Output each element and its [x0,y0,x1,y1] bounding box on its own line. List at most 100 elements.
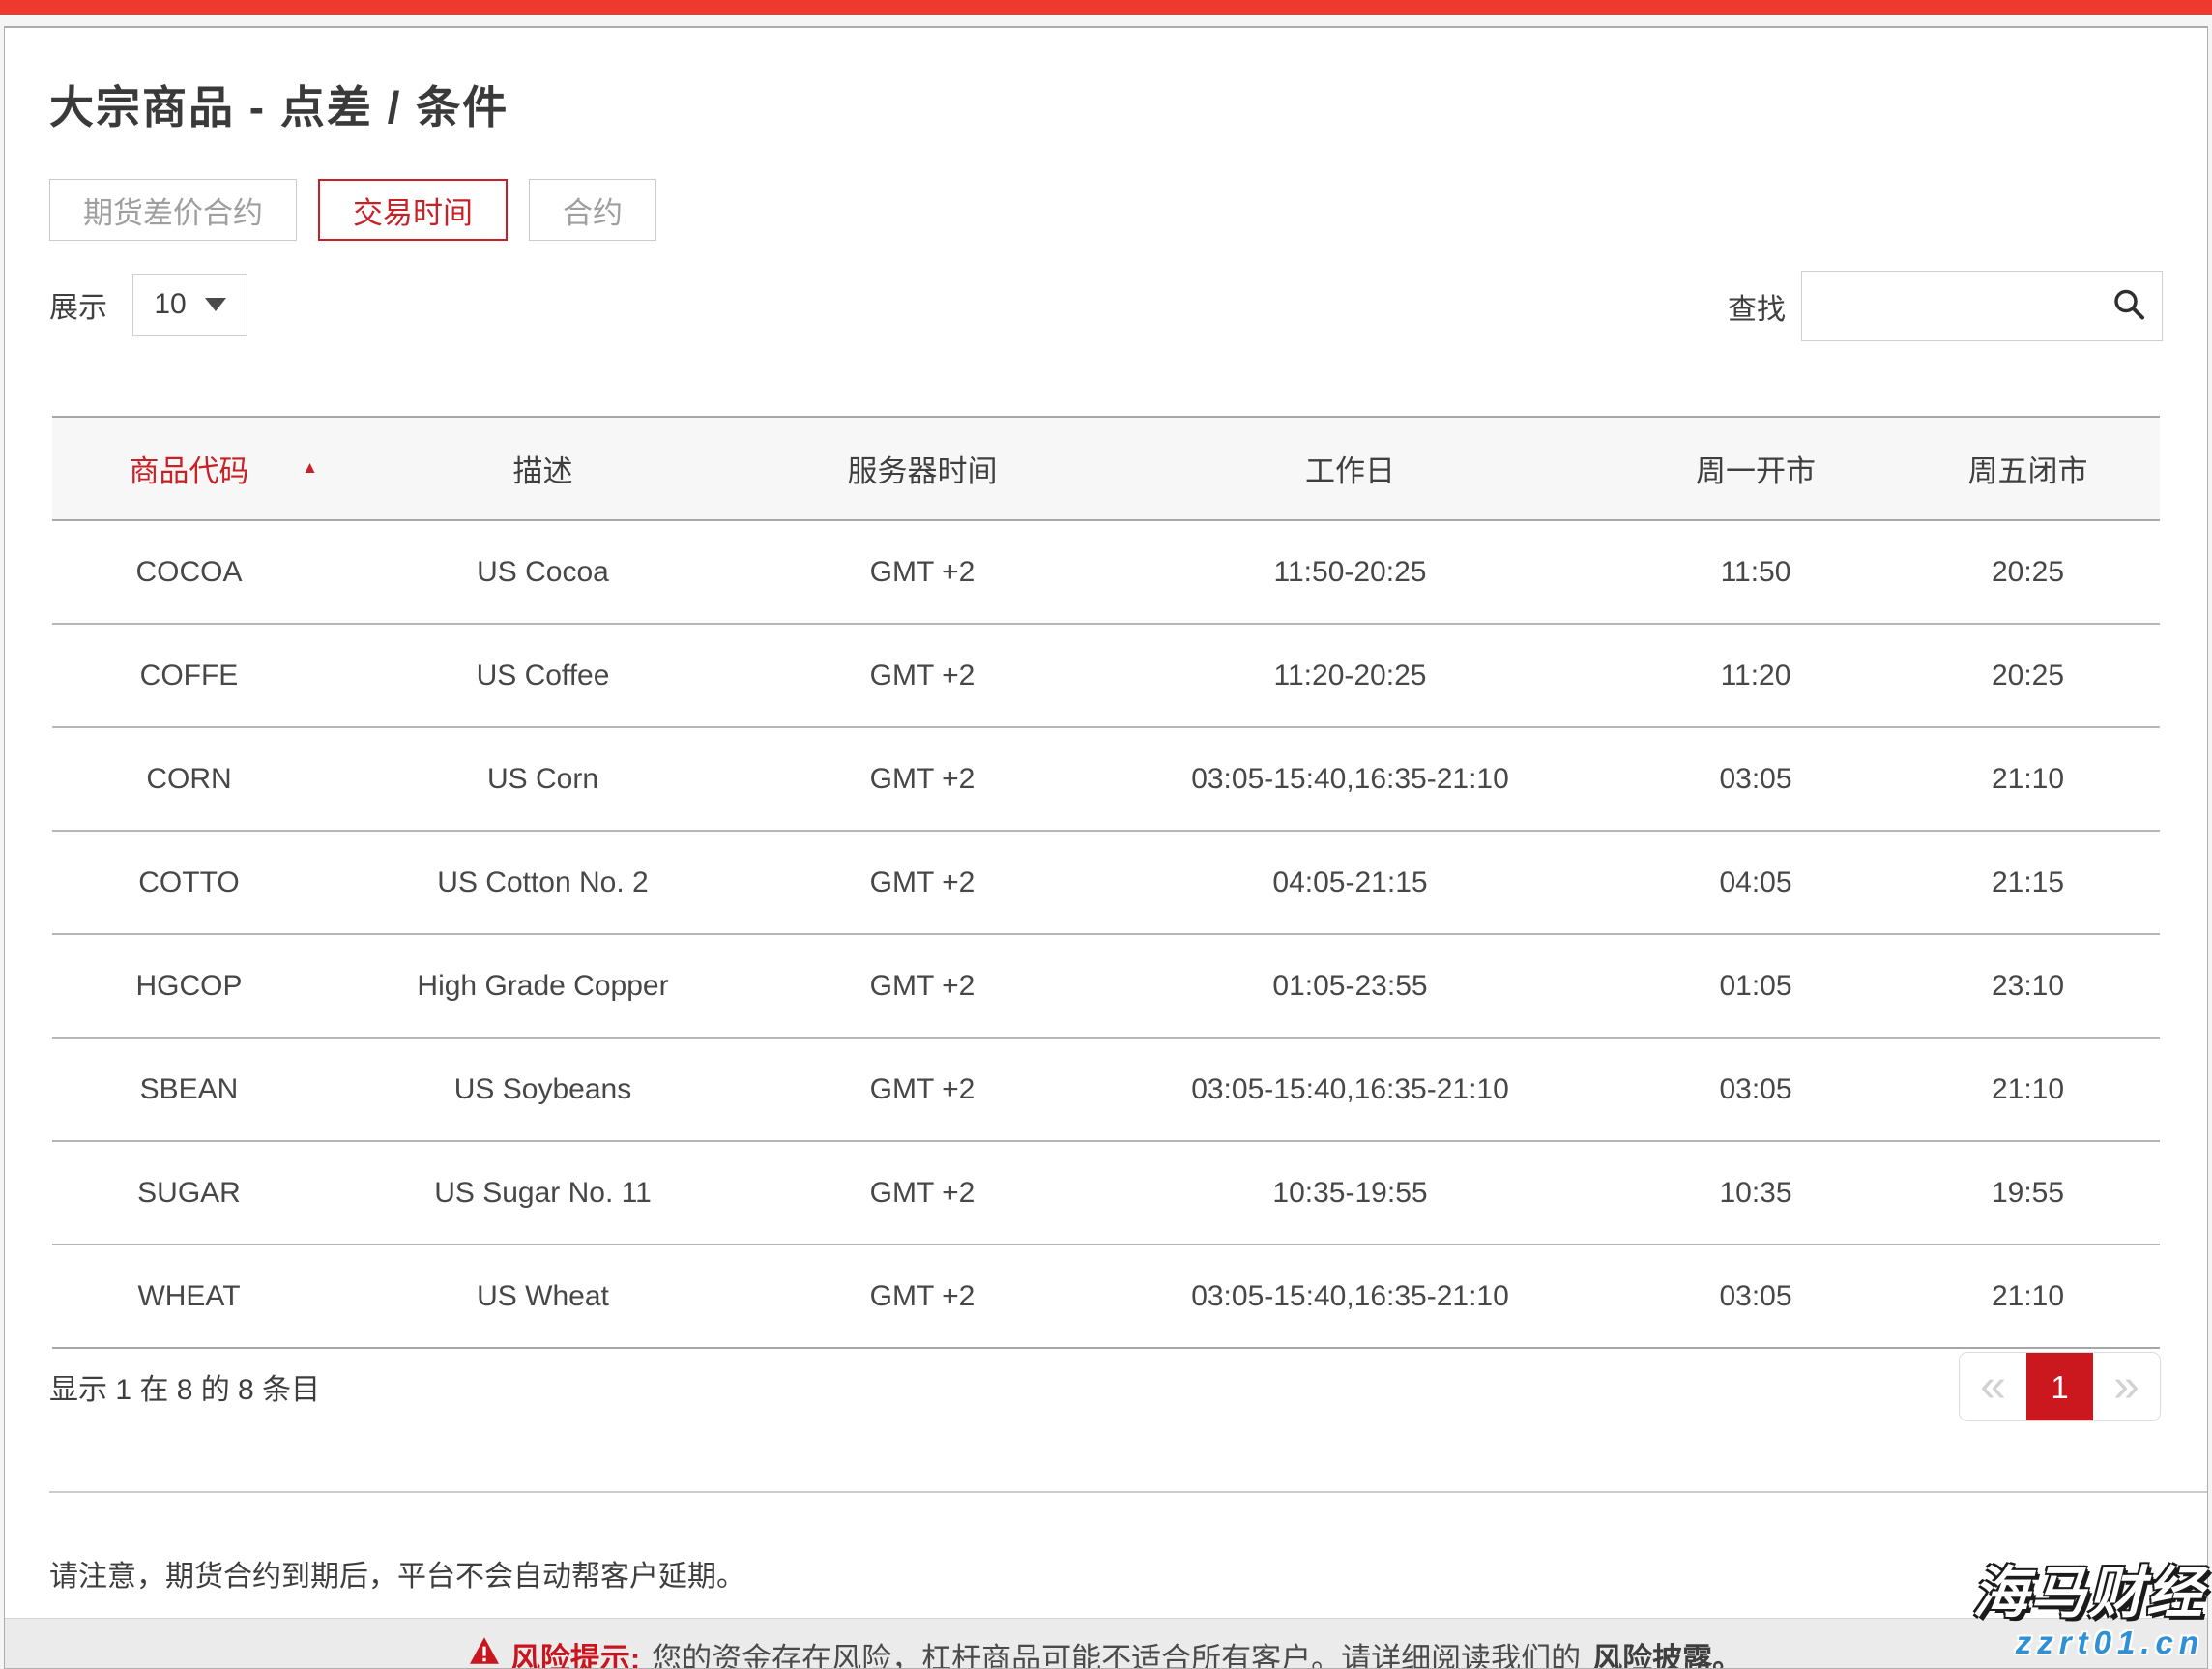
divider [49,1491,2207,1493]
search-input[interactable] [1802,272,2162,340]
table-row: HGCOPHigh Grade CopperGMT +201:05-23:550… [52,934,2160,1038]
table-body: COCOAUS CocoaGMT +211:50-20:2511:5020:25… [52,520,2160,1348]
table-cell: US Soybeans [326,1038,760,1141]
table-cell: GMT +2 [760,520,1085,624]
pagination-prev-button[interactable]: « [1960,1353,2026,1420]
table-cell: 10:35-19:55 [1085,1141,1615,1244]
table-cell: 20:25 [1896,520,2160,624]
table-cell: US Wheat [326,1244,760,1348]
watermark-domain: zzrt01.cn [1972,1626,2204,1660]
tab-bar: 期货差价合约 交易时间 合约 [49,179,656,241]
table-cell: CORN [52,727,326,831]
table-cell: 01:05 [1615,934,1896,1038]
table-cell: WHEAT [52,1244,326,1348]
table-cell: GMT +2 [760,1038,1085,1141]
table-cell: 20:25 [1896,624,2160,727]
table-cell: US Sugar No. 11 [326,1141,760,1244]
table-cell: 03:05 [1615,1038,1896,1141]
chevron-down-icon [205,298,226,311]
column-header-workday[interactable]: 工作日 [1085,417,1615,520]
table-cell: 03:05 [1615,727,1896,831]
tab-contract[interactable]: 合约 [529,179,656,241]
risk-label: 风险提示: [510,1634,640,1669]
table-cell: 03:05-15:40,16:35-21:10 [1085,1038,1615,1141]
show-label: 展示 [49,283,107,326]
trading-hours-table: 商品代码 ▲ 描述 服务器时间 工作日 周一开市 周五闭市 COCOAUS Co… [52,416,2160,1349]
table-cell: 01:05-23:55 [1085,934,1615,1038]
table-row: SUGARUS Sugar No. 11GMT +210:35-19:5510:… [52,1141,2160,1244]
table-cell: COFFE [52,624,326,727]
table-row: CORNUS CornGMT +203:05-15:40,16:35-21:10… [52,727,2160,831]
sort-asc-icon: ▲ [302,458,318,478]
table-cell: 21:10 [1896,1244,2160,1348]
table-cell: 21:10 [1896,1038,2160,1141]
pagination-page-1-button[interactable]: 1 [2026,1353,2093,1420]
column-header-monday-open[interactable]: 周一开市 [1615,417,1896,520]
tab-trading-hours[interactable]: 交易时间 [318,179,508,241]
table-cell: 03:05-15:40,16:35-21:10 [1085,727,1615,831]
table-cell: GMT +2 [760,624,1085,727]
watermark: 海马财经 zzrt01.cn [1972,1565,2204,1660]
table-cell: COCOA [52,520,326,624]
watermark-brand: 海马财经 [1972,1565,2204,1624]
table-cell: GMT +2 [760,934,1085,1038]
table-cell: 21:10 [1896,727,2160,831]
table-footer: 显示 1 在 8 的 8 条目 « 1 » [49,1352,2161,1421]
table-cell: 11:20-20:25 [1085,624,1615,727]
expiry-note: 请注意，期货合约到期后，平台不会自动帮客户延期。 [49,1552,745,1595]
page-size-select[interactable]: 10 [132,274,247,336]
tab-futures-cfd[interactable]: 期货差价合约 [49,179,297,241]
page-size-control: 展示 10 [49,273,247,337]
table-cell: High Grade Copper [326,934,760,1038]
table-cell: GMT +2 [760,1244,1085,1348]
table-cell: 04:05-21:15 [1085,831,1615,934]
table-cell: GMT +2 [760,831,1085,934]
table-cell: GMT +2 [760,1141,1085,1244]
table-cell: 11:50-20:25 [1085,520,1615,624]
main-panel: 大宗商品 - 点差 / 条件 期货差价合约 交易时间 合约 展示 10 查找 [4,26,2208,1669]
table-header-row: 商品代码 ▲ 描述 服务器时间 工作日 周一开市 周五闭市 [52,417,2160,520]
risk-text: 您的资金存在风险，杠杆商品可能不适合所有客户。请详细阅读我们的 [652,1634,1581,1669]
pagination-next-button[interactable]: » [2093,1353,2160,1420]
warning-triangle-icon [470,1637,499,1669]
table-cell: 03:05-15:40,16:35-21:10 [1085,1244,1615,1348]
table-cell: 04:05 [1615,831,1896,934]
table-row: COCOAUS CocoaGMT +211:50-20:2511:5020:25 [52,520,2160,624]
table-row: SBEANUS SoybeansGMT +203:05-15:40,16:35-… [52,1038,2160,1141]
search-label: 查找 [1728,285,1786,328]
column-header-label: 商品代码 [130,454,249,488]
column-header-friday-close[interactable]: 周五闭市 [1896,417,2160,520]
table-cell: 23:10 [1896,934,2160,1038]
table-cell: 03:05 [1615,1244,1896,1348]
search-box [1801,271,2163,341]
table-cell: US Corn [326,727,760,831]
search-control: 查找 [1728,271,2163,341]
table-cell: 19:55 [1896,1141,2160,1244]
table-row: COFFEUS CoffeeGMT +211:20-20:2511:2020:2… [52,624,2160,727]
page-size-value: 10 [154,288,186,321]
table-cell: US Cocoa [326,520,760,624]
column-header-description[interactable]: 描述 [326,417,760,520]
table-row: WHEATUS WheatGMT +203:05-15:40,16:35-21:… [52,1244,2160,1348]
entries-summary: 显示 1 在 8 的 8 条目 [49,1365,320,1408]
column-header-server-time[interactable]: 服务器时间 [760,417,1085,520]
table-cell: US Coffee [326,624,760,727]
top-accent-bar [0,0,2212,15]
column-header-symbol[interactable]: 商品代码 ▲ [52,417,326,520]
risk-disclosure-link[interactable]: 风险披露。 [1592,1634,1742,1669]
risk-warning-bar: 风险提示: 您的资金存在风险，杠杆商品可能不适合所有客户。请详细阅读我们的 风险… [5,1618,2207,1669]
pagination: « 1 » [1959,1352,2161,1421]
search-icon [2111,286,2146,326]
table-cell: US Cotton No. 2 [326,831,760,934]
table-cell: COTTO [52,831,326,934]
table-cell: GMT +2 [760,727,1085,831]
page-title: 大宗商品 - 点差 / 条件 [49,73,509,136]
table-cell: 11:50 [1615,520,1896,624]
table-cell: SBEAN [52,1038,326,1141]
table-cell: HGCOP [52,934,326,1038]
table-cell: 21:15 [1896,831,2160,934]
table-row: COTTOUS Cotton No. 2GMT +204:05-21:1504:… [52,831,2160,934]
table-cell: SUGAR [52,1141,326,1244]
table-cell: 11:20 [1615,624,1896,727]
table-cell: 10:35 [1615,1141,1896,1244]
